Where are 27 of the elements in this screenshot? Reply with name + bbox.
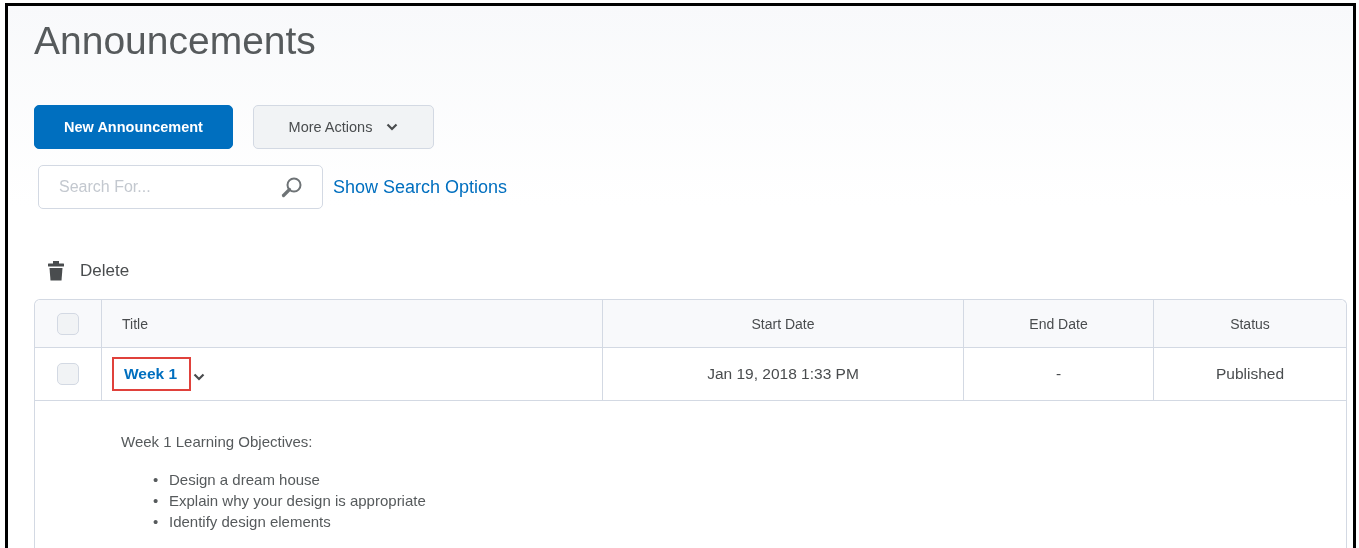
bullet-mark: • [153,491,160,511]
objective-item: Explain why your design is appropriate [169,492,426,509]
column-header: End Date [1029,315,1088,332]
chevron-down-icon[interactable] [193,373,206,381]
objective-item: Design a dream house [169,471,320,488]
page-title: Announcements [34,19,317,63]
table-cell: Published [1215,365,1285,383]
bullet-mark: • [153,470,160,490]
new-announcement-button[interactable]: New Announcement [34,105,233,149]
select-all-checkbox[interactable] [57,312,79,335]
search-icon [281,176,303,198]
more-actions-button[interactable]: More Actions [253,105,434,149]
body-heading: Week 1 Learning Objectives: [121,433,314,450]
column-header: Status [1230,315,1270,332]
bullet-mark: • [153,512,160,532]
table-cell: Jan 19, 2018 1:33 PM [707,365,859,383]
delete-button[interactable]: Delete [48,261,130,281]
column-header: Start Date [751,315,815,332]
table-cell: - [1055,365,1062,383]
column-header: Title [122,315,148,332]
row-checkbox[interactable] [57,363,79,385]
trash-icon [48,261,64,281]
objective-item: Identify design elements [169,513,331,530]
show-search-options-link[interactable]: Show Search Options [333,176,508,198]
search-field[interactable]: Search For... [38,165,323,209]
chevron-down-icon [386,123,399,131]
announcement-title-link[interactable]: Week 1 [124,365,178,382]
